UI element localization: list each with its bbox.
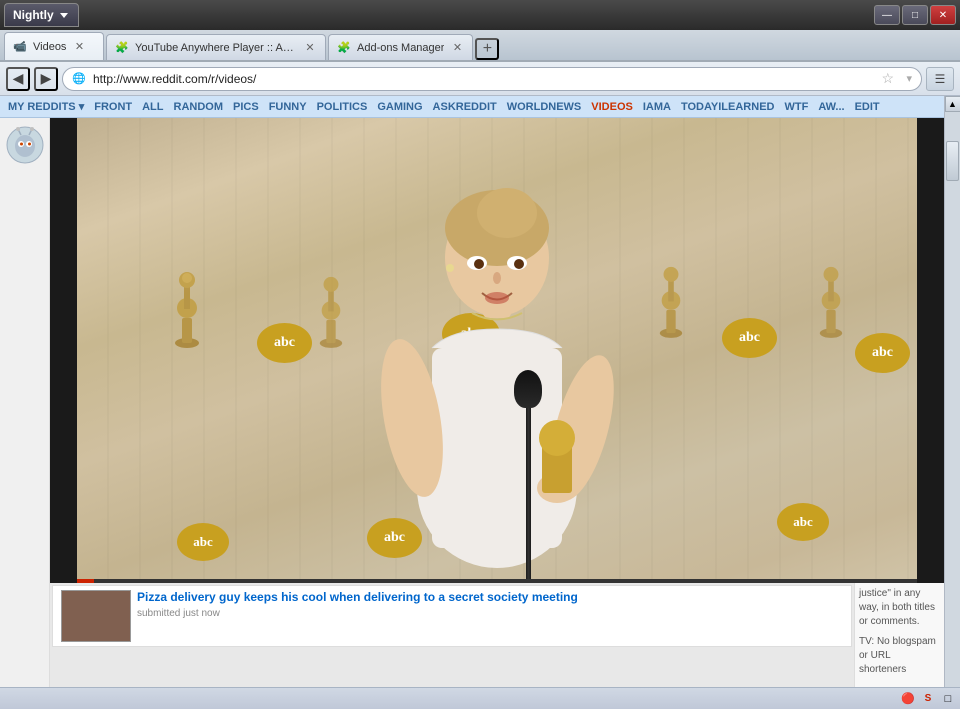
reddit-nav-worldnews[interactable]: WORLDNEWS [507, 101, 582, 113]
window-controls: — □ ✕ [874, 5, 956, 25]
abc-logo-3: abc [722, 318, 777, 358]
maximize-button[interactable]: □ [902, 5, 928, 25]
post-thumbnail [61, 590, 131, 642]
nightly-dropdown-arrow-icon [60, 13, 68, 18]
video-progress-track [77, 579, 917, 583]
abc-logo-7: abc [777, 503, 829, 541]
video-progress-fill [77, 579, 94, 583]
status-icon-2: S [920, 691, 936, 707]
url-icon: 🌐 [72, 72, 86, 85]
browser-window: Nightly — □ ✕ 📹 Videos ✕ 🧩 YouTube Anywh… [0, 0, 960, 709]
browser-menu-button[interactable]: ☰ [926, 67, 954, 91]
reddit-nav-politics[interactable]: POLITICS [317, 101, 368, 113]
scroll-track[interactable] [945, 112, 960, 693]
tab-youtube-title: YouTube Anywhere Player :: Add-ons fo... [135, 42, 297, 54]
reddit-nav-iama[interactable]: IAMA [643, 101, 671, 113]
right-sidebar-text1: justice" in any way, in both titles or c… [859, 587, 940, 629]
left-sidebar [0, 118, 50, 709]
abc-logo-4: abc [855, 333, 910, 373]
mic-head [514, 370, 542, 408]
status-icon-3: □ [940, 691, 956, 707]
mic-stand [526, 403, 531, 583]
title-bar-left: Nightly [4, 3, 79, 27]
tab-videos[interactable]: 📹 Videos ✕ [4, 32, 104, 60]
reddit-nav-edit[interactable]: EDIT [855, 101, 880, 113]
reddit-nav-random[interactable]: RANDOM [174, 101, 224, 113]
reddit-nav-todayilearned[interactable]: TODAYILEARNED [681, 101, 775, 113]
scroll-up-button[interactable]: ▲ [945, 96, 960, 112]
status-icon-1: 🔴 [900, 691, 916, 707]
right-sidebar-text2: TV: No blogspam or URL shorteners [859, 635, 940, 677]
reddit-nav-gaming[interactable]: GAMING [377, 101, 422, 113]
oscar-3 [657, 263, 685, 338]
oscar-2 [317, 273, 345, 348]
abc-logo-5: abc [177, 523, 229, 561]
title-bar: Nightly — □ ✕ [0, 0, 960, 30]
url-arrow-icon[interactable]: ▾ [906, 72, 912, 85]
post-title[interactable]: Pizza delivery guy keeps his cool when d… [137, 590, 578, 606]
reddit-nav-all[interactable]: ALL [142, 101, 163, 113]
page-content: MY REDDITS ▾ FRONT ALL RANDOM PICS FUNNY… [0, 96, 944, 709]
content-row: MY REDDITS ▾ FRONT ALL RANDOM PICS FUNNY… [0, 96, 960, 709]
scroll-thumb[interactable] [946, 141, 959, 181]
tab-addons[interactable]: 🧩 Add-ons Manager ✕ [328, 34, 473, 60]
reddit-nav-videos[interactable]: VIDEOS [591, 101, 633, 113]
reddit-nav-front[interactable]: FRONT [94, 101, 132, 113]
tab-videos-title: Videos [33, 41, 66, 53]
oscar-1 [172, 268, 202, 348]
page-body: abc abc abc abc abc abc abc abc [0, 118, 944, 709]
reddit-nav-funny[interactable]: FUNNY [269, 101, 307, 113]
url-bar-container: 🌐 ☆ ▾ [62, 67, 922, 91]
reddit-nav: MY REDDITS ▾ FRONT ALL RANDOM PICS FUNNY… [0, 96, 944, 118]
main-area: abc abc abc abc abc abc abc abc [50, 118, 944, 709]
tab-videos-close-icon[interactable]: ✕ [72, 40, 86, 54]
nightly-label: Nightly [13, 8, 54, 22]
new-tab-button[interactable]: + [475, 38, 499, 60]
reddit-nav-aw[interactable]: AW... [818, 101, 844, 113]
url-input[interactable] [62, 67, 922, 91]
tab-addons-close-icon[interactable]: ✕ [450, 41, 464, 55]
post-info: Pizza delivery guy keeps his cool when d… [137, 590, 578, 619]
tab-addons-title: Add-ons Manager [357, 42, 444, 54]
abc-logo-1: abc [257, 323, 312, 363]
tab-youtube-close-icon[interactable]: ✕ [303, 41, 317, 55]
oscar-4 [817, 263, 845, 338]
tab-bar: 📹 Videos ✕ 🧩 YouTube Anywhere Player :: … [0, 30, 960, 62]
nav-bar: ◀ ▶ 🌐 ☆ ▾ ☰ [0, 62, 960, 96]
tab-videos-favicon-icon: 📹 [13, 40, 27, 54]
reddit-nav-wtf[interactable]: WTF [784, 101, 808, 113]
minimize-button[interactable]: — [874, 5, 900, 25]
reddit-alien-logo [6, 126, 44, 164]
video-player[interactable]: abc abc abc abc abc abc abc abc [77, 118, 917, 583]
close-button[interactable]: ✕ [930, 5, 956, 25]
nightly-menu-button[interactable]: Nightly [4, 3, 79, 27]
reddit-nav-my-reddits[interactable]: MY REDDITS ▾ [8, 100, 84, 113]
reddit-nav-askreddit[interactable]: ASKREDDIT [433, 101, 497, 113]
post-meta: submitted just now [137, 608, 578, 619]
back-button[interactable]: ◀ [6, 67, 30, 91]
post-item: Pizza delivery guy keeps his cool when d… [52, 585, 852, 647]
tab-addons-favicon-icon: 🧩 [337, 41, 351, 55]
person-figure [357, 148, 637, 568]
tab-youtube-favicon-icon: 🧩 [115, 41, 129, 55]
tab-youtube[interactable]: 🧩 YouTube Anywhere Player :: Add-ons fo.… [106, 34, 326, 60]
bookmark-star-icon[interactable]: ☆ [881, 70, 894, 87]
video-wrapper: abc abc abc abc abc abc abc abc [50, 118, 944, 583]
forward-button[interactable]: ▶ [34, 67, 58, 91]
reddit-nav-pics[interactable]: PICS [233, 101, 259, 113]
status-bar: 🔴 S □ [0, 687, 960, 709]
scrollbar: ▲ ▼ [944, 96, 960, 709]
